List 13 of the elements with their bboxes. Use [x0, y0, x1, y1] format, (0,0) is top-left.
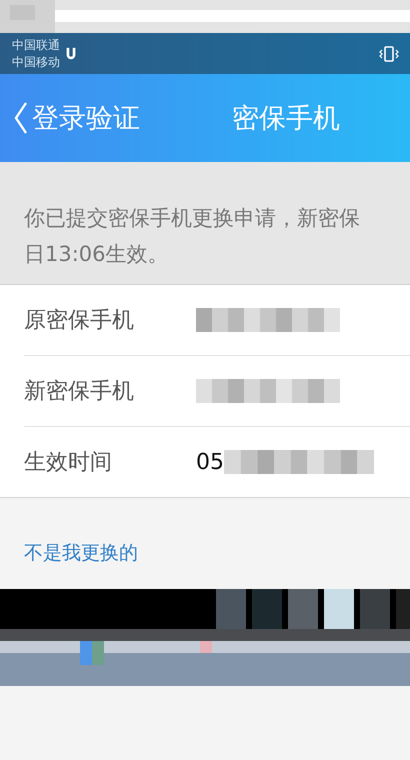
back-chevron-icon: [14, 101, 28, 135]
row-label: 原密保手机: [24, 307, 135, 335]
notice-text: 你已提交密保手机更换申请，新密保: [24, 205, 361, 232]
vibrate-icon: [378, 44, 400, 62]
row-label: 生效时间: [24, 449, 113, 477]
carrier-name: 中国联通: [12, 36, 60, 54]
screen-title: 密保手机: [232, 102, 340, 136]
back-button[interactable]: 登录验证: [14, 100, 140, 136]
not-me-link[interactable]: 不是我更换的: [24, 540, 138, 566]
carrier-name: 中国移动: [12, 54, 60, 70]
notice-text: 日13:06生效。: [24, 241, 170, 268]
row-label: 新密保手机: [24, 378, 135, 406]
row-value: 05: [196, 450, 224, 474]
